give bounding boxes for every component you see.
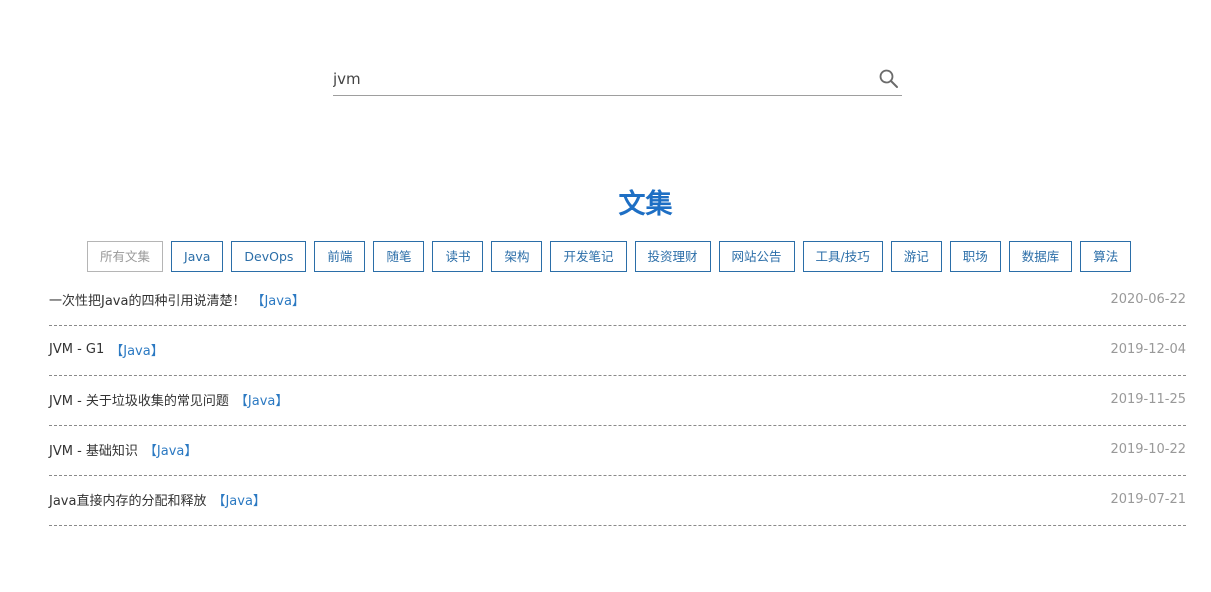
category-tag[interactable]: 数据库 [1008,241,1073,272]
category-tag[interactable]: 开发笔记 [550,241,627,272]
category-tag[interactable]: 职场 [949,241,1001,272]
article-title-link[interactable]: Java直接内存的分配和释放 [49,490,206,509]
category-tag[interactable]: DevOps [231,241,307,272]
article-date: 2020-06-22 [1110,292,1186,307]
category-tag[interactable]: 架构 [491,241,543,272]
category-tag[interactable]: Java [171,241,224,272]
category-tag[interactable]: 前端 [314,241,366,272]
category-tag[interactable]: 算法 [1080,241,1132,272]
article-category-link[interactable]: 【Java】 [144,440,197,459]
category-tag[interactable]: 投资理财 [634,241,711,272]
search-input[interactable] [333,66,863,92]
article-info: JVM - 基础知识 【Java】 [49,440,197,459]
article-title-link[interactable]: JVM - G1 [49,342,104,357]
article-row: JVM - G1 【Java】 2019-12-04 [49,326,1186,376]
category-filter-bar: 所有文集 Java DevOps 前端 随笔 读书 架构 开发笔记 投资理财 网站公告 工具/技巧游… [87,241,1132,272]
category-tag[interactable]: 网站公告 [718,241,795,272]
category-tag[interactable]: 游记 [890,241,942,272]
category-tag[interactable]: 读书 [432,241,484,272]
article-row: JVM - 关于垃圾收集的常见问题 【Java】 2019-11-25 [49,376,1186,426]
article-info: JVM - G1 【Java】 [49,340,164,359]
article-date: 2019-10-22 [1110,442,1186,457]
article-category-link[interactable]: 【Java】 [251,290,304,309]
article-row: 一次性把Java的四种引用说清楚！ 【Java】 2020-06-22 [49,276,1186,326]
article-title-link[interactable]: JVM - 基础知识 [49,440,138,459]
search-bar [333,62,902,96]
search-icon[interactable] [877,67,901,91]
article-category-link[interactable]: 【Java】 [235,390,288,409]
category-tag[interactable]: 随笔 [373,241,425,272]
article-row: Java直接内存的分配和释放 【Java】 2019-07-21 [49,476,1186,526]
article-list: 一次性把Java的四种引用说清楚！ 【Java】 2020-06-22 JVM - G… [49,276,1186,526]
article-title-link[interactable]: 一次性把Java的四种引用说清楚！ [49,290,245,309]
article-info: JVM - 关于垃圾收集的常见问题 【Java】 [49,390,288,409]
article-info: 一次性把Java的四种引用说清楚！ 【Java】 [49,290,305,309]
article-date: 2019-12-04 [1110,342,1186,357]
article-info: Java直接内存的分配和释放 【Java】 [49,490,266,509]
article-row: JVM - 基础知识 【Java】 2019-10-22 [49,426,1186,476]
article-date: 2019-11-25 [1110,392,1186,407]
article-category-link[interactable]: 【Java】 [212,490,265,509]
article-title-link[interactable]: JVM - 关于垃圾收集的常见问题 [49,390,229,409]
page-title: 文集 [618,189,673,220]
article-category-link[interactable]: 【Java】 [110,340,163,359]
article-date: 2019-07-21 [1110,492,1186,507]
category-tag[interactable]: 所有文集 [87,241,164,272]
category-tag[interactable]: 工具/技巧 [802,241,883,272]
